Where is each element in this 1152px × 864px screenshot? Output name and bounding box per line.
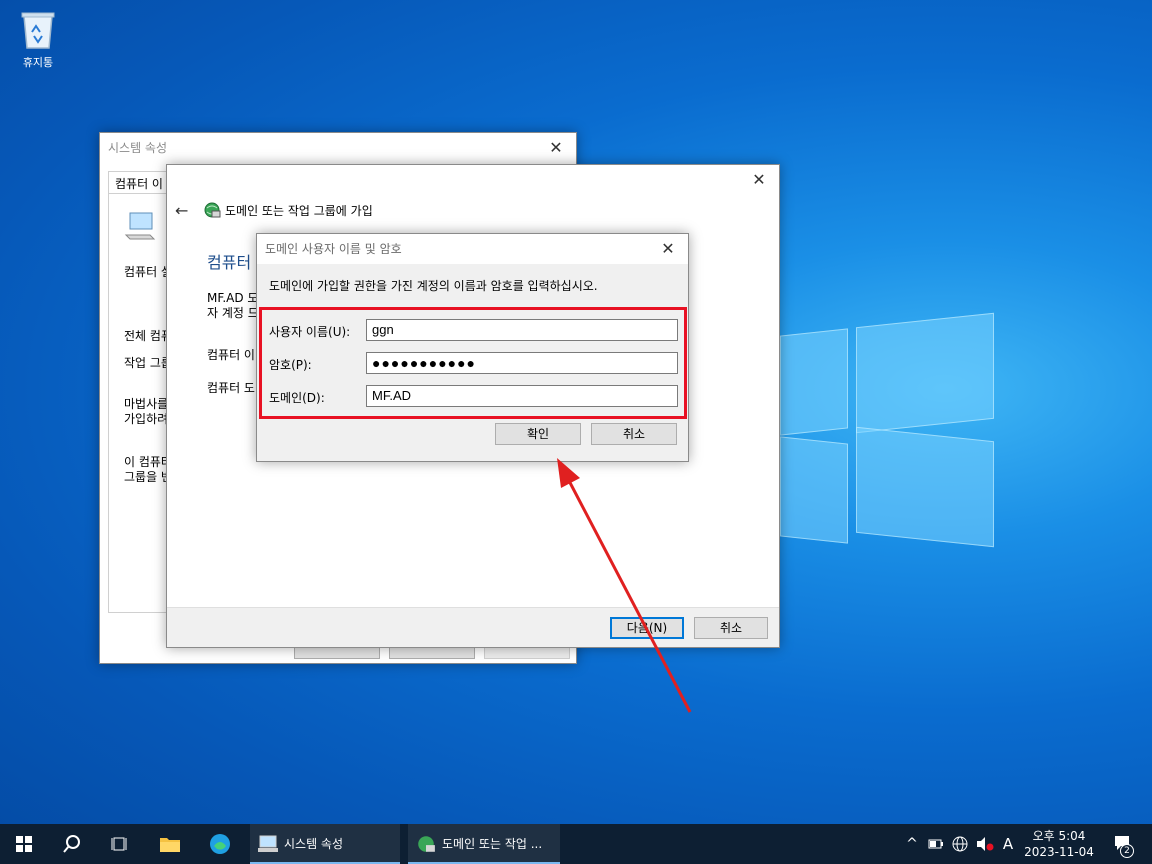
ime-indicator[interactable]: A	[1000, 824, 1016, 864]
sysprop-text-2: 전체 컴퓨	[124, 329, 172, 343]
sysprop-text-1: 컴퓨터 설	[124, 265, 172, 279]
taskbar-app-label: 시스템 속성	[284, 837, 344, 851]
wizard-footer	[167, 607, 779, 647]
system-properties-titlebar: 시스템 속성 ✕	[100, 133, 576, 163]
search-button[interactable]	[50, 824, 94, 864]
close-icon[interactable]: ✕	[648, 234, 688, 264]
clock-date: 2023-11-04	[1024, 845, 1094, 859]
network-icon[interactable]	[952, 824, 970, 864]
sysprop-text-5b: 그룹을 변	[124, 470, 172, 484]
wizard-title: 도메인 또는 작업 그룹에 가입	[225, 204, 373, 218]
next-button[interactable]: 다음(N)	[610, 617, 684, 639]
volume-muted-icon[interactable]	[976, 824, 994, 864]
taskbar-app-system-properties[interactable]: 시스템 속성	[250, 824, 400, 864]
sysprop-text-3: 작업 그룹	[124, 356, 172, 370]
action-center-button[interactable]: 2	[1104, 824, 1140, 864]
wizard-cancel-button[interactable]: 취소	[694, 617, 768, 639]
taskbar: 시스템 속성 도메인 또는 작업 ... ^ A 오후 5:04 2023-11…	[0, 824, 1152, 864]
chevron-up-icon: ^	[906, 836, 918, 852]
back-arrow-icon[interactable]: ←	[175, 201, 188, 220]
clock[interactable]: 오후 5:04 2023-11-04	[1022, 824, 1096, 864]
network-globe-icon	[418, 836, 435, 852]
windows-wallpaper-logo	[760, 300, 1020, 560]
show-hidden-icons-button[interactable]: ^	[902, 824, 922, 864]
system-properties-icon	[258, 835, 278, 852]
notification-badge: 2	[1120, 844, 1134, 858]
close-icon[interactable]: ✕	[739, 165, 779, 195]
task-view-icon	[111, 837, 127, 851]
credentials-title: 도메인 사용자 이름 및 암호	[265, 242, 402, 256]
edge-button[interactable]	[198, 824, 242, 864]
windows-start-icon	[16, 836, 32, 852]
tab-label: 컴퓨터 이	[115, 177, 163, 191]
password-label: 암호(P):	[269, 358, 312, 372]
file-explorer-button[interactable]	[148, 824, 192, 864]
credentials-titlebar: 도메인 사용자 이름 및 암호 ✕	[257, 234, 688, 264]
computer-icon	[124, 211, 156, 244]
system-properties-title: 시스템 속성	[108, 141, 168, 155]
task-view-button[interactable]	[98, 824, 142, 864]
battery-icon[interactable]	[928, 824, 946, 864]
taskbar-app-join-domain[interactable]: 도메인 또는 작업 ...	[408, 824, 560, 864]
wizard-text-2: 컴퓨터 이	[207, 348, 255, 362]
edge-browser-icon	[210, 834, 230, 854]
ok-button[interactable]: 확인	[495, 423, 581, 445]
clock-time: 오후 5:04	[1032, 829, 1086, 843]
credentials-cancel-button[interactable]: 취소	[591, 423, 677, 445]
recycle-bin-shortcut[interactable]: 휴지통	[12, 8, 64, 70]
username-field[interactable]: ggn	[366, 319, 678, 341]
username-label: 사용자 이름(U):	[269, 325, 351, 339]
password-field[interactable]: ●●●●●●●●●●●	[366, 352, 678, 374]
recycle-bin-label: 휴지통	[22, 56, 54, 69]
wizard-text-3: 컴퓨터 도	[207, 381, 255, 395]
network-globe-icon	[203, 201, 221, 222]
wizard-text-1b: 자 계정 드	[207, 306, 259, 320]
wizard-heading: 컴퓨터	[207, 253, 252, 272]
domain-field[interactable]: MF.AD	[366, 385, 678, 407]
domain-label: 도메인(D):	[269, 391, 325, 405]
folder-icon	[160, 838, 180, 852]
sysprop-text-4b: 가입하려	[124, 412, 169, 426]
search-icon	[63, 835, 80, 853]
start-button[interactable]	[0, 824, 48, 864]
credentials-instruction: 도메인에 가입할 권한을 가진 계정의 이름과 암호를 입력하십시오.	[269, 279, 598, 293]
credentials-dialog: 도메인 사용자 이름 및 암호 ✕ 도메인에 가입할 권한을 가진 계정의 이름…	[256, 233, 689, 462]
taskbar-app-label: 도메인 또는 작업 ...	[442, 837, 543, 851]
close-icon[interactable]: ✕	[536, 133, 576, 163]
recycle-bin-icon	[20, 8, 56, 50]
